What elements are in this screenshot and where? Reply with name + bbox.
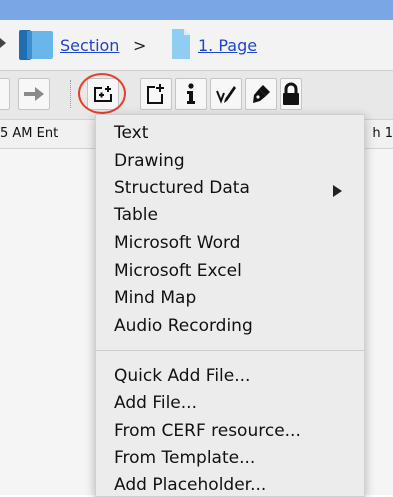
pen-button[interactable] — [245, 78, 277, 110]
add-content-icon — [94, 86, 112, 102]
menu-item-from-template[interactable]: From Template... — [114, 448, 255, 468]
breadcrumb-page-link[interactable]: 1. Page — [198, 36, 257, 55]
signature-pen-icon — [216, 86, 236, 104]
menu-item-microsoft-word[interactable]: Microsoft Word — [114, 233, 240, 253]
menu-item-microsoft-excel[interactable]: Microsoft Excel — [114, 261, 242, 281]
lock-button[interactable] — [280, 78, 302, 110]
menu-item-structured-data[interactable]: Structured Data — [114, 178, 250, 198]
add-page-button[interactable] — [140, 78, 172, 110]
window-title-bar — [0, 0, 393, 20]
menu-item-add-placeholder[interactable]: Add Placeholder... — [114, 475, 266, 495]
toolbar-separator — [70, 80, 72, 108]
list-cell: h 1 — [372, 126, 393, 141]
menu-item-mind-map[interactable]: Mind Map — [114, 288, 196, 308]
signature-button[interactable] — [210, 78, 242, 110]
add-content-menu: Text Drawing Structured Data Table Micro… — [95, 114, 365, 497]
page-icon — [172, 29, 190, 59]
notebook-icon — [19, 30, 53, 60]
fountain-pen-icon — [253, 85, 270, 103]
menu-item-quick-add-file[interactable]: Quick Add File... — [114, 366, 250, 386]
breadcrumb-section-link[interactable]: Section — [60, 36, 119, 55]
lock-icon — [283, 82, 299, 105]
forward-button[interactable] — [18, 78, 50, 110]
submenu-arrow-icon — [333, 185, 342, 197]
breadcrumb — [0, 20, 393, 70]
toolbar-partial-button[interactable] — [0, 78, 10, 110]
menu-item-add-file[interactable]: Add File... — [114, 393, 197, 413]
menu-item-table[interactable]: Table — [114, 205, 158, 225]
arrow-right-icon — [24, 87, 44, 101]
menu-item-text[interactable]: Text — [114, 123, 148, 143]
menu-item-audio-recording[interactable]: Audio Recording — [114, 316, 253, 336]
info-button[interactable] — [175, 78, 207, 110]
list-cell: 5 AM Ent — [0, 126, 59, 141]
add-page-icon — [147, 84, 164, 104]
menu-item-from-cerf-resource[interactable]: From CERF resource... — [114, 421, 301, 441]
info-icon — [187, 83, 195, 104]
menu-divider — [96, 350, 364, 351]
breadcrumb-arrow-icon — [0, 38, 6, 48]
breadcrumb-separator: > — [133, 36, 147, 55]
add-content-button[interactable] — [87, 78, 119, 110]
menu-item-drawing[interactable]: Drawing — [114, 151, 185, 171]
